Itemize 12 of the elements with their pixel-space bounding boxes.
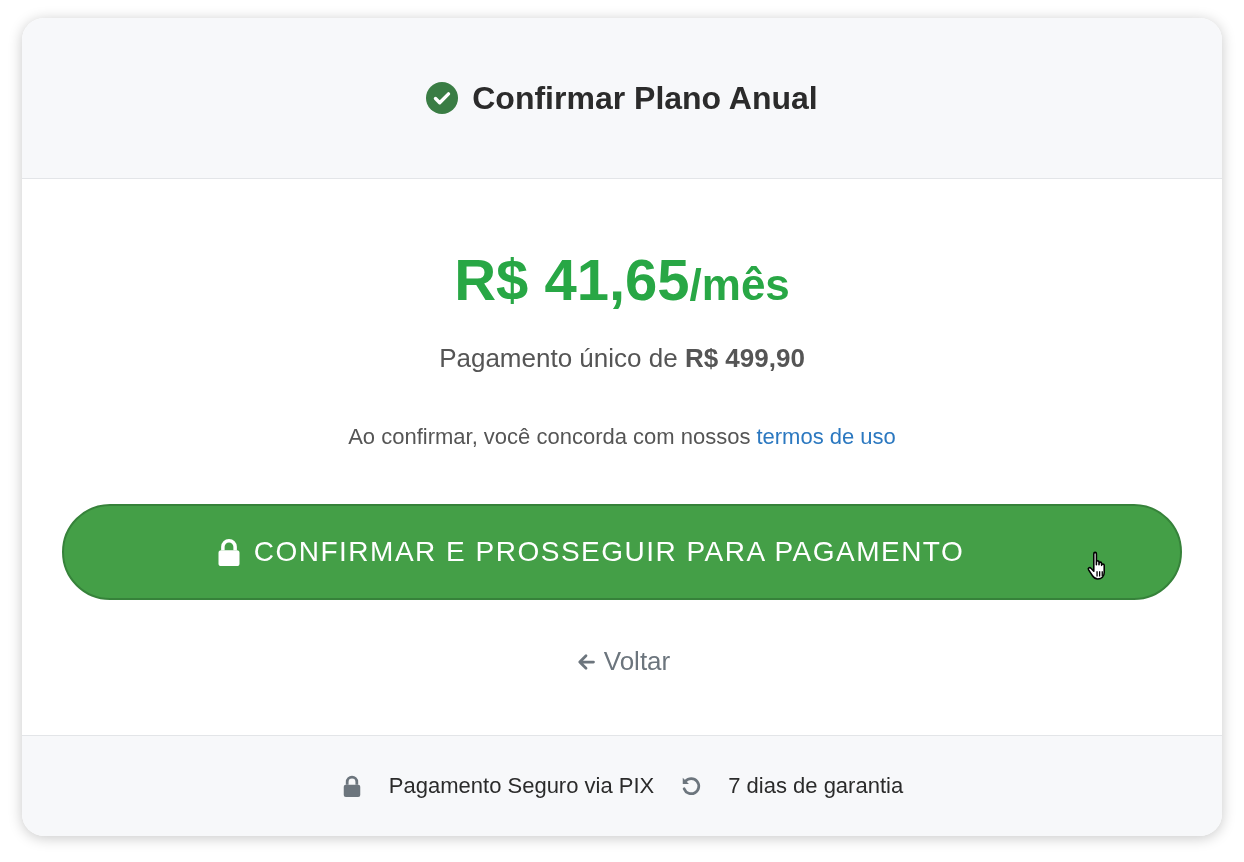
undo-icon	[680, 775, 703, 797]
price-period: /mês	[689, 260, 790, 309]
terms-link[interactable]: termos de uso	[756, 424, 896, 450]
dialog-title: Confirmar Plano Anual	[472, 79, 818, 117]
payment-note: Pagamento único de R$ 499,90	[439, 343, 805, 374]
terms-text: Ao confirmar, você concorda com nossos	[348, 424, 751, 450]
confirm-button[interactable]: CONFIRMAR E PROSSEGUIR PARA PAGAMENTO	[62, 504, 1182, 600]
check-circle-icon	[426, 82, 459, 114]
footer-label: 7 dias de garantia	[728, 773, 904, 799]
price-amount: R$ 41,65	[454, 247, 690, 312]
footer-label: Pagamento Seguro via PIX	[388, 773, 655, 799]
back-link[interactable]: Voltar	[573, 646, 671, 677]
